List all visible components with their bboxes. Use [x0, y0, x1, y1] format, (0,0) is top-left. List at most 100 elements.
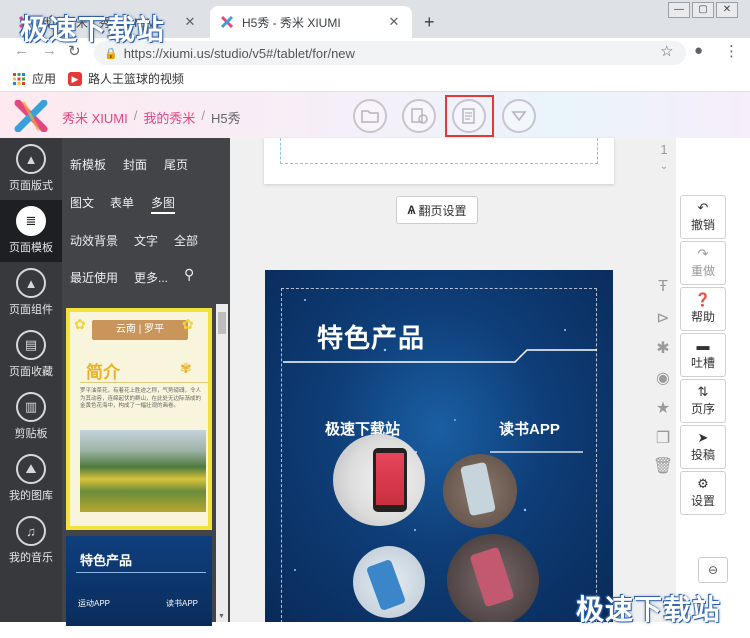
page-number-text: 1 — [660, 142, 668, 157]
phone-shape — [365, 558, 407, 612]
xiumi-logo-icon[interactable] — [14, 100, 48, 132]
left-sidebar: ▲ 页面版式 ≣ 页面模板 ▲ 页面组件 ▤ 页面收藏 ▥ 剪贴板 ⛰ 我的图库… — [0, 138, 62, 622]
layout-icon: ▲ — [16, 144, 46, 174]
minimize-icon[interactable]: — — [668, 2, 690, 18]
category-all[interactable]: 全部 — [174, 232, 198, 249]
thumb-badge: 云南 | 罗平 — [92, 320, 188, 340]
dropdown-icon[interactable] — [502, 99, 536, 133]
save-icon[interactable] — [452, 99, 486, 133]
flip-settings-button[interactable]: Ѧ 翻页设置 — [396, 196, 478, 224]
sidebar-item-my-music[interactable]: ♫ 我的音乐 — [0, 510, 62, 572]
submit-label: 投稿 — [690, 448, 715, 462]
redo-label: 重做 — [690, 264, 715, 278]
category-text[interactable]: 文字 — [134, 232, 158, 249]
sidebar-item-my-gallery[interactable]: ⛰ 我的图库 — [0, 448, 62, 510]
breadcrumb-home[interactable]: 秀米 XIUMI — [62, 108, 128, 127]
menu-icon[interactable]: ⋮ — [724, 42, 739, 60]
trash-icon[interactable]: 🗑 — [652, 456, 674, 476]
breadcrumb-my-xiumi[interactable]: 我的秀米 — [143, 108, 195, 127]
thumb-body: 罗平油菜花，有着花上胜迹之称，气势磅礴，令人为其动容，连绵起伏的群山，在此处无边… — [80, 388, 202, 409]
submit-button[interactable]: ➤ 投稿 — [680, 425, 726, 469]
category-new[interactable]: 新模板 — [70, 156, 106, 173]
sparkle-icon[interactable]: ✱ — [652, 338, 674, 358]
zoom-out-icon: ⊖ — [707, 563, 719, 577]
page-order-label: 页序 — [690, 402, 715, 416]
template-thumbnails: 云南 | 罗平 ✿ ✿ 简介 ✾ 罗平油菜花，有着花上胜迹之称，气势磅礴，令人为… — [62, 296, 230, 626]
undo-button[interactable]: ↶ 撤销 — [680, 195, 726, 239]
bookmark-apps[interactable]: 应用 — [12, 70, 56, 87]
maximize-icon[interactable]: ▢ — [692, 2, 714, 18]
phone-photo-right[interactable] — [443, 454, 517, 528]
search-icon[interactable]: ⚲ — [184, 266, 194, 283]
thumb-heading: 特色产品 — [80, 553, 133, 568]
undo-label: 撤销 — [690, 218, 715, 232]
play-icon[interactable]: ⊳ — [652, 308, 674, 328]
category-end[interactable]: 尾页 — [164, 156, 188, 173]
bee-icon: ✾ — [180, 360, 192, 376]
template-thumb-intro[interactable]: 云南 | 罗平 ✿ ✿ 简介 ✾ 罗平油菜花，有着花上胜迹之称，气势磅礴，令人为… — [66, 308, 212, 530]
component-icon: ▲ — [16, 268, 46, 298]
breadcrumb-current: H5秀 — [211, 111, 241, 126]
account-icon[interactable]: ● — [694, 42, 703, 59]
chevron-down-icon[interactable]: ⌄ — [660, 161, 668, 172]
sidebar-item-label: 我的音乐 — [9, 552, 53, 564]
copy-icon[interactable]: ❐ — [652, 428, 674, 448]
image-icon: ⛰ — [16, 454, 46, 484]
bookmark-video[interactable]: ▶ 路人王篮球的视频 — [68, 70, 184, 87]
tab-h5-show[interactable]: H5秀 - 秀米 XIUMI ✕ — [210, 6, 412, 38]
category-image-text[interactable]: 图文 — [70, 194, 94, 211]
help-button[interactable]: ❓ 帮助 — [680, 287, 726, 331]
phone-shape — [469, 546, 515, 608]
thumb-label: 运动APP — [78, 599, 111, 608]
star-icon[interactable]: ★ — [652, 398, 674, 418]
lock-icon: 🔒 — [104, 47, 118, 60]
template-thumb-products[interactable]: 特色产品 运动APP 读书APP — [66, 536, 212, 626]
new-tab-button[interactable]: + — [424, 12, 435, 33]
sidebar-item-label: 页面版式 — [9, 180, 53, 192]
category-cover[interactable]: 封面 — [123, 156, 147, 173]
scrollbar-thumb[interactable] — [218, 312, 226, 334]
comment-icon: ▬ — [696, 338, 710, 353]
preview-icon[interactable] — [402, 99, 436, 133]
address-bar[interactable]: 🔒 https://xiumi.us/studio/v5#/tablet/for… — [94, 41, 686, 65]
zoom-out-button[interactable]: ⊖ — [698, 557, 728, 583]
thumb-badge-text: 云南 | 罗平 — [115, 324, 165, 335]
phone-photo-left[interactable] — [333, 434, 425, 526]
window-close-icon[interactable]: ✕ — [716, 2, 738, 18]
feedback-label: 吐槽 — [690, 356, 715, 370]
category-more[interactable]: 更多... — [134, 269, 168, 286]
close-icon[interactable]: ✕ — [182, 14, 198, 30]
close-icon[interactable]: ✕ — [386, 14, 402, 30]
template-panel: 新模板 封面 尾页 图文 表单 多图 动效背景 文字 全部 最近使用 更多...… — [62, 138, 230, 626]
sidebar-item-label: 页面组件 — [9, 304, 53, 316]
settings-button[interactable]: ⚙ 设置 — [680, 471, 726, 515]
editor-canvas: 1 ⌄ Ѧ 翻页设置 特色产品 极速下载站 读书APP — [230, 138, 676, 622]
text-icon[interactable]: Ŧ — [652, 278, 674, 298]
sidebar-item-clipboard[interactable]: ▥ 剪贴板 — [0, 386, 62, 448]
sidebar-item-page-component[interactable]: ▲ 页面组件 — [0, 262, 62, 324]
sidebar-item-page-layout[interactable]: ▲ 页面版式 — [0, 138, 62, 200]
star-bookmark-icon[interactable]: ☆ — [660, 42, 673, 60]
page-order-button[interactable]: ⇅ 页序 — [680, 379, 726, 423]
help-label: 帮助 — [690, 310, 715, 324]
category-recent[interactable]: 最近使用 — [70, 269, 118, 286]
sidebar-item-page-favorite[interactable]: ▤ 页面收藏 — [0, 324, 62, 386]
phone-shape — [373, 448, 407, 512]
thumb-heading: 简介 — [86, 363, 120, 382]
phone-photo-bottom-left[interactable] — [353, 546, 425, 618]
feedback-button[interactable]: ▬ 吐槽 — [680, 333, 726, 377]
folder-icon[interactable] — [353, 99, 387, 133]
phone-photo-bottom-right[interactable] — [447, 534, 539, 622]
category-form[interactable]: 表单 — [110, 194, 134, 211]
eye-off-icon[interactable]: ◉ — [652, 368, 674, 388]
category-multi-image[interactable]: 多图 — [151, 194, 176, 214]
panel-scrollbar[interactable]: ▼ — [216, 304, 228, 622]
previous-page[interactable] — [264, 138, 614, 184]
scroll-down-icon[interactable]: ▼ — [218, 613, 225, 620]
bookmark-label: 应用 — [32, 72, 57, 86]
h5-page[interactable]: 特色产品 极速下载站 读书APP — [265, 270, 613, 622]
sidebar-item-label: 剪贴板 — [14, 428, 48, 440]
sidebar-item-page-template[interactable]: ≣ 页面模板 — [0, 200, 62, 262]
category-motion-bg[interactable]: 动效背景 — [70, 232, 118, 249]
redo-button[interactable]: ↷ 重做 — [680, 241, 726, 285]
